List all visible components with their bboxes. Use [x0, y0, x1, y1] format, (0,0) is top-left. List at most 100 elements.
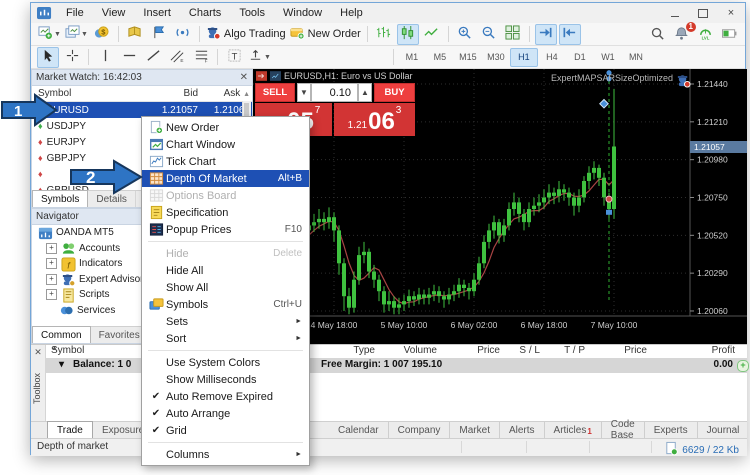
menu-view[interactable]: View	[93, 3, 135, 23]
timeframe-m5[interactable]: M5	[426, 48, 454, 67]
menu-item-chart-window[interactable]: Chart Window	[142, 136, 309, 153]
auto-scroll-button[interactable]	[559, 24, 581, 45]
tab-articles[interactable]: Articles1	[544, 422, 601, 438]
menu-item-auto-remove-expired[interactable]: ✔Auto Remove Expired	[142, 388, 309, 405]
balance-label: Balance: 1 0	[73, 359, 131, 370]
menu-item-use-system-colors[interactable]: Use System Colors	[142, 354, 309, 371]
signals-button[interactable]	[172, 24, 194, 45]
tab-common[interactable]: Common	[32, 326, 91, 343]
menu-file[interactable]: File	[57, 3, 93, 23]
buy-button[interactable]: BUY	[374, 83, 415, 102]
menu-charts[interactable]: Charts	[180, 3, 230, 23]
timeframe-w1[interactable]: W1	[594, 48, 622, 67]
tab-favorites[interactable]: Favorites	[91, 327, 149, 343]
tile-windows-button[interactable]	[502, 24, 524, 45]
tab-journal[interactable]: Journal	[697, 422, 749, 438]
search-button[interactable]	[646, 24, 668, 45]
menu-item-sort[interactable]: Sort►	[142, 330, 309, 347]
menu-item-show-milliseconds[interactable]: Show Milliseconds	[142, 371, 309, 388]
trendline-tool[interactable]	[142, 47, 164, 68]
timeframe-h1[interactable]: H1	[510, 48, 538, 67]
timeframe-m1[interactable]: M1	[398, 48, 426, 67]
menu-insert[interactable]: Insert	[134, 3, 180, 23]
menu-help[interactable]: Help	[331, 3, 372, 23]
menu-item-specification[interactable]: Specification	[142, 204, 309, 221]
notifications-button[interactable]: 1	[670, 24, 692, 45]
timeframe-mn[interactable]: MN	[622, 48, 650, 67]
tab-alerts[interactable]: Alerts	[499, 422, 544, 438]
service-tabs: CalendarCompanyMarketAlertsArticles1Code…	[329, 422, 743, 438]
expand-icon[interactable]: +	[46, 258, 57, 269]
vertical-line-tool[interactable]	[94, 47, 116, 68]
timeframe-m30[interactable]: M30	[482, 48, 510, 67]
market-watch-close-icon[interactable]: ✕	[240, 72, 248, 83]
menu-item-auto-arrange[interactable]: ✔Auto Arrange	[142, 405, 309, 422]
add-position-icon[interactable]: +	[737, 360, 749, 372]
tab-trade[interactable]: Trade	[47, 421, 93, 439]
chart-header: EURUSD,H1: Euro vs US Dollar	[256, 71, 413, 81]
menu-item-grid[interactable]: ✔Grid	[142, 422, 309, 439]
tab-calendar[interactable]: Calendar	[329, 422, 388, 438]
arrows-tool[interactable]: ▼	[247, 47, 272, 68]
toolbox-close-icon[interactable]: ✕	[31, 347, 45, 358]
new-chart-button[interactable]: ▼	[37, 24, 62, 45]
menu-item-symbols[interactable]: SymbolsCtrl+U	[142, 296, 309, 313]
sell-button[interactable]: SELL	[255, 83, 295, 102]
volume-down-button[interactable]: ▼	[297, 83, 311, 102]
timeframe-h4[interactable]: H4	[538, 48, 566, 67]
shift-end-button[interactable]	[535, 24, 557, 45]
line-chart-button[interactable]	[421, 24, 443, 45]
close-button[interactable]: ×	[717, 3, 745, 23]
minimize-button[interactable]	[661, 3, 689, 23]
horizontal-line-tool[interactable]	[118, 47, 140, 68]
news-button[interactable]	[124, 24, 146, 45]
menu-item-sets[interactable]: Sets►	[142, 313, 309, 330]
level-button[interactable]: LVL	[694, 24, 716, 45]
menu-item-columns[interactable]: Columns►	[142, 446, 309, 463]
bar-chart-button[interactable]	[373, 24, 395, 45]
algo-trading-button[interactable]: Algo Trading	[205, 24, 287, 45]
zoom-in-button[interactable]	[454, 24, 476, 45]
menu-item-popup-prices[interactable]: Popup PricesF10	[142, 221, 309, 238]
tab-code-base[interactable]: Code Base	[601, 422, 644, 438]
balance-caret[interactable]: ▾	[59, 359, 64, 370]
restore-button[interactable]	[689, 3, 717, 23]
menu-item-show-all[interactable]: Show All	[142, 279, 309, 296]
chart-window[interactable]: 1.214401.212101.209801.207501.205201.202…	[253, 69, 747, 346]
crosshair-tool[interactable]	[61, 47, 83, 68]
menu-item-new-order[interactable]: New Order	[142, 119, 309, 136]
profiles-button[interactable]: ▼	[64, 24, 89, 45]
channel-tool[interactable]: E	[166, 47, 188, 68]
tab-market[interactable]: Market	[449, 422, 499, 438]
menu-item-hide-all[interactable]: Hide All	[142, 262, 309, 279]
chart-mini-icon[interactable]	[270, 71, 281, 81]
tab-experts[interactable]: Experts	[644, 422, 697, 438]
tab-company[interactable]: Company	[388, 422, 450, 438]
standard-toolbar: ▼ ▼ $ Algo Trading New Order	[31, 23, 745, 46]
menu-window[interactable]: Window	[274, 3, 331, 23]
market-watch-header[interactable]: Symbol Bid Ask ▲	[32, 86, 252, 102]
fibonacci-tool[interactable]: F	[190, 47, 212, 68]
buy-price-display[interactable]: 1.21063	[334, 103, 415, 136]
volume-up-button[interactable]: ▲	[358, 83, 372, 102]
timeframe-m15[interactable]: M15	[454, 48, 482, 67]
dom-mini-icon[interactable]	[256, 71, 267, 81]
menu-item-depth-of-market[interactable]: Depth Of MarketAlt+B	[142, 170, 309, 187]
m-chart-window-icon	[146, 137, 166, 152]
zoom-out-button[interactable]	[478, 24, 500, 45]
menu-tools[interactable]: Tools	[230, 3, 274, 23]
expand-icon[interactable]: +	[46, 274, 57, 285]
expand-icon[interactable]: +	[46, 243, 57, 254]
svg-text:6 May 02:00: 6 May 02:00	[451, 320, 498, 330]
cursor-tool[interactable]	[37, 47, 59, 68]
menu-item-tick-chart[interactable]: Tick Chart	[142, 153, 309, 170]
new-order-button[interactable]: New Order	[289, 24, 362, 45]
volume-input[interactable]: 0.10	[311, 83, 358, 102]
flag-button[interactable]	[148, 24, 170, 45]
candle-chart-button[interactable]	[397, 24, 419, 45]
tab-exposure[interactable]: Exposure	[93, 422, 147, 438]
expand-icon[interactable]: +	[46, 289, 57, 300]
deposit-button[interactable]: $	[91, 24, 113, 45]
timeframe-d1[interactable]: D1	[566, 48, 594, 67]
text-tool[interactable]: T	[223, 47, 245, 68]
